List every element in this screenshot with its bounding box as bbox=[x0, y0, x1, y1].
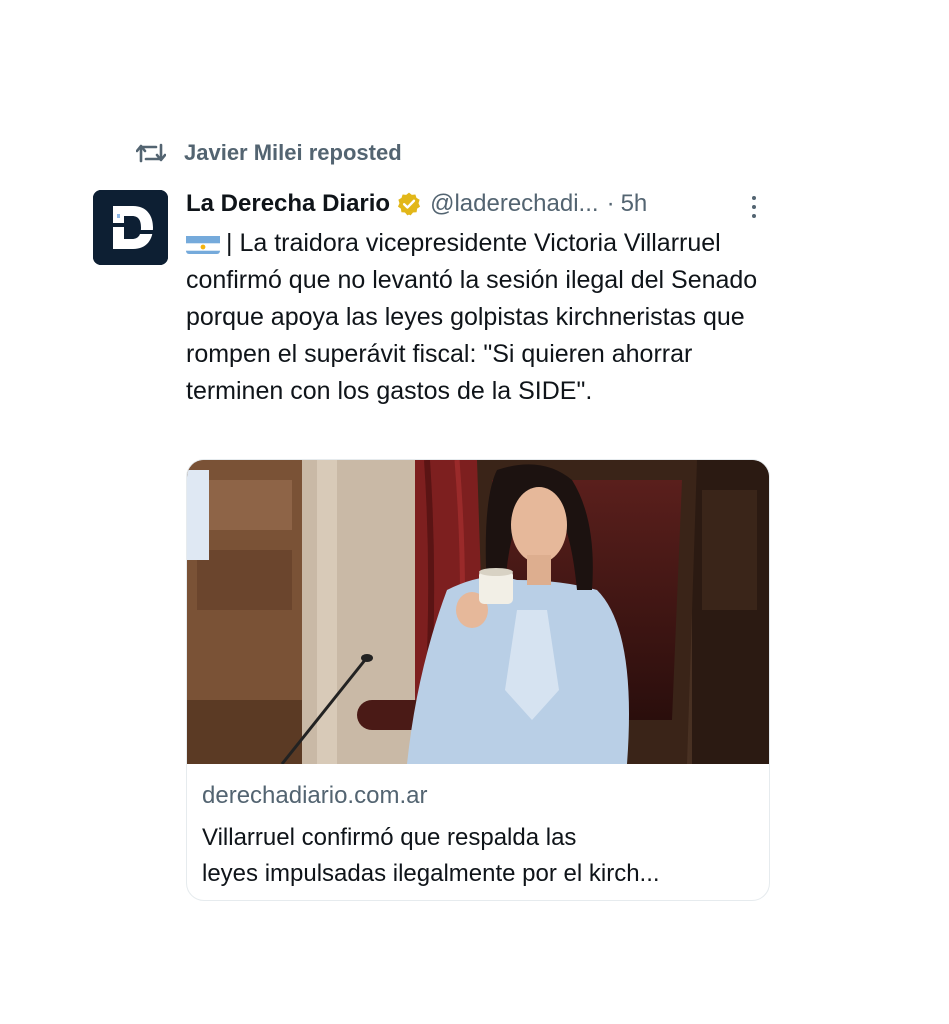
repost-label[interactable]: Javier Milei reposted bbox=[184, 140, 402, 166]
article-photo bbox=[187, 460, 769, 764]
tweet-body: | La traidora vicepresidente Victoria Vi… bbox=[186, 229, 758, 405]
author-name[interactable]: La Derecha Diario bbox=[186, 190, 390, 218]
link-preview-card[interactable]: derechadiario.com.ar Villarruel confirmó… bbox=[186, 459, 770, 901]
card-title-line-2: leyes impulsadas ilegalmente por el kirc… bbox=[202, 860, 660, 887]
la-derecha-diario-logo bbox=[93, 190, 168, 265]
timestamp[interactable]: 5h bbox=[621, 190, 648, 218]
repost-icon bbox=[136, 141, 166, 165]
tweet-text: | La traidora vicepresidente Victoria Vi… bbox=[186, 225, 776, 410]
author-handle[interactable]: @laderechadi... bbox=[430, 190, 598, 218]
repost-indicator[interactable]: Javier Milei reposted bbox=[136, 140, 402, 166]
more-options-icon[interactable] bbox=[742, 192, 766, 222]
card-title: Villarruel confirmó que respalda las ley… bbox=[202, 820, 757, 892]
separator-dot: · bbox=[606, 190, 615, 217]
tweet-header: La Derecha Diario @laderechadi... · 5h bbox=[186, 185, 776, 223]
argentina-flag-icon bbox=[186, 232, 220, 254]
card-title-line-1: Villarruel confirmó que respalda las bbox=[202, 824, 577, 851]
avatar[interactable] bbox=[93, 190, 168, 265]
gold-verified-badge-icon[interactable] bbox=[396, 191, 422, 217]
card-domain: derechadiario.com.ar bbox=[202, 782, 428, 809]
